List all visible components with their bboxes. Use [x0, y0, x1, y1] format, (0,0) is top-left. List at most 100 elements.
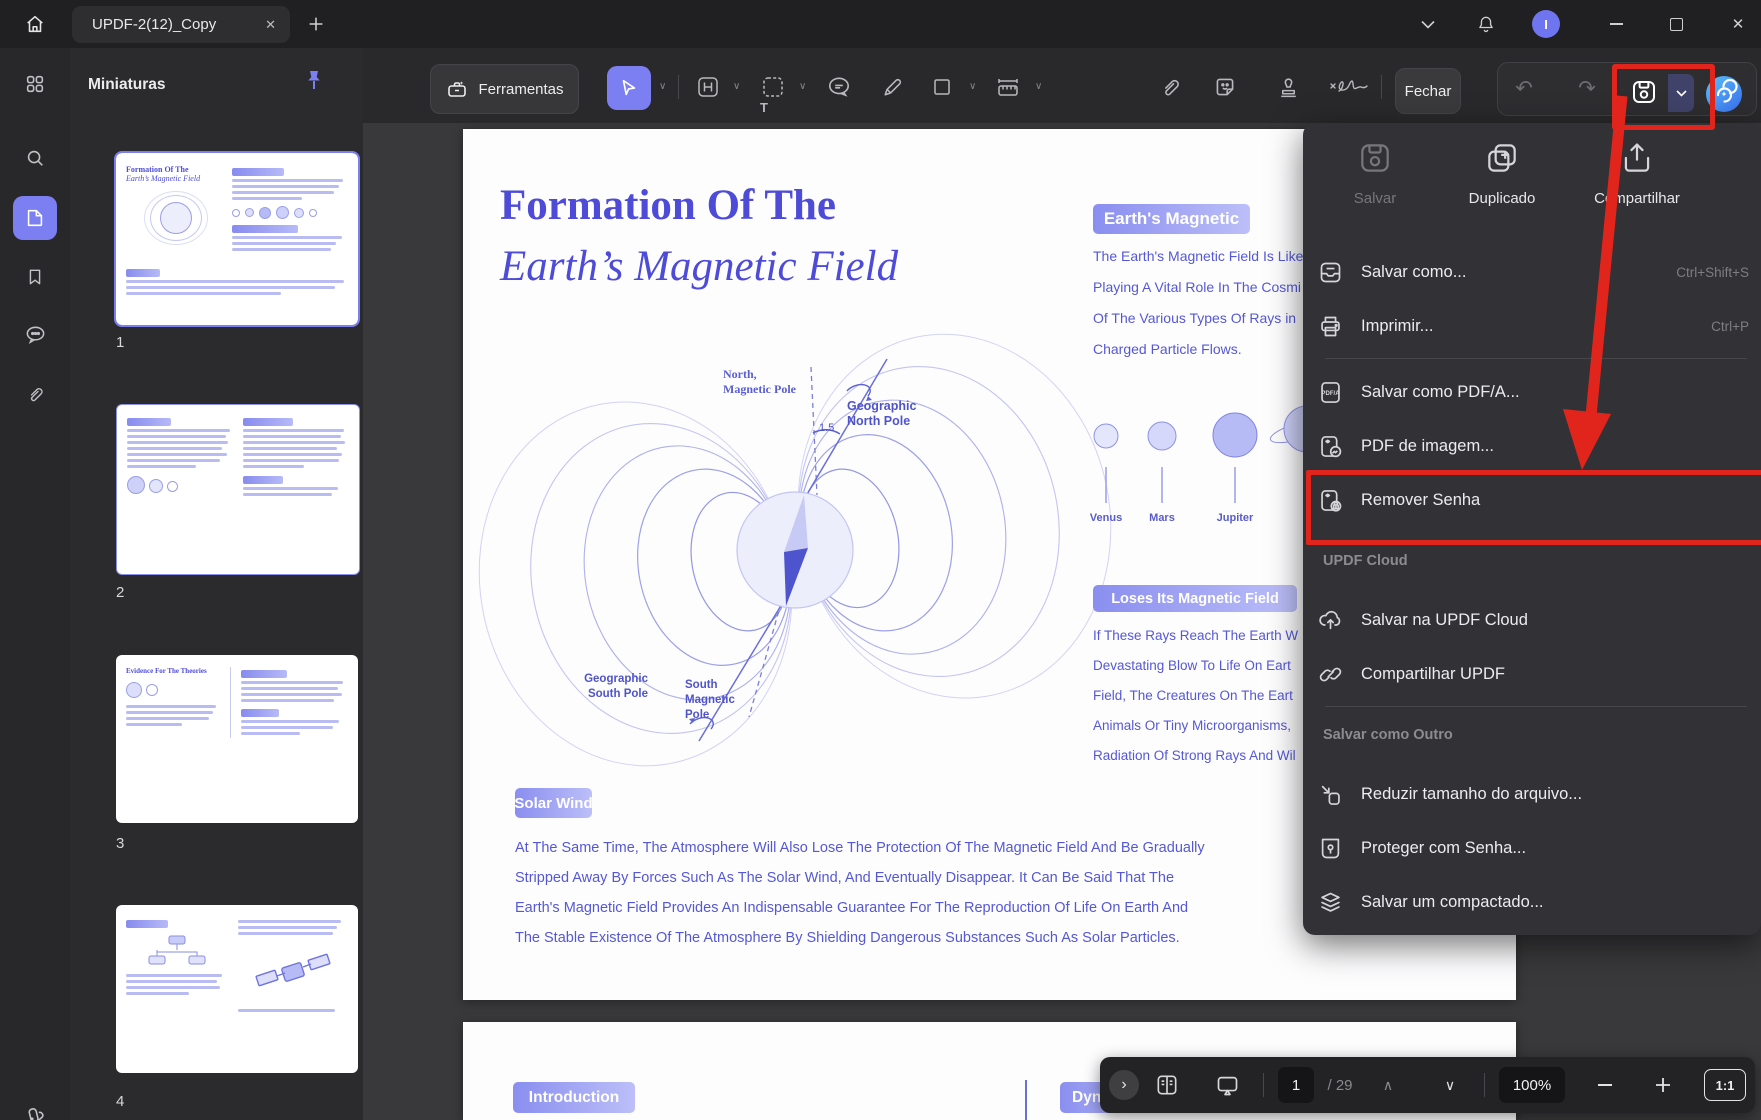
page-number: 1: [116, 334, 124, 351]
next-page-button[interactable]: ∨: [1434, 1057, 1466, 1113]
menu-item-save-compressed[interactable]: Salvar um compactado...: [1317, 880, 1749, 924]
zoom-level-input[interactable]: 100%: [1499, 1067, 1565, 1103]
measure-tool-chevron[interactable]: ∨: [1035, 82, 1042, 92]
planet-label-venus: Venus: [1076, 511, 1136, 526]
home-button[interactable]: [20, 10, 50, 38]
current-page: 1: [1292, 1077, 1300, 1094]
tab-close-icon[interactable]: ✕: [265, 17, 276, 33]
save-as-icon: [1317, 259, 1344, 286]
expand-bar-button[interactable]: ›: [1108, 1057, 1140, 1113]
chevron-down-icon: [1421, 20, 1435, 29]
panel-title: Miniaturas: [88, 76, 166, 94]
heading-tool-button[interactable]: [691, 70, 725, 104]
sidebar-item-comments[interactable]: [13, 312, 57, 356]
thumbnail-page-4[interactable]: [116, 905, 358, 1073]
square-icon: [930, 75, 954, 99]
thumbnail-page-3[interactable]: Evidence For The Theories: [116, 655, 358, 823]
menu-item-save-as[interactable]: Salvar como... Ctrl+Shift+S: [1317, 250, 1749, 294]
zoom-out-button[interactable]: [1587, 1057, 1623, 1113]
thumbnail-panel: Miniaturas Formation Of The Earth’s Magn…: [70, 48, 364, 1120]
maximize-button[interactable]: [1661, 10, 1691, 38]
quick-save-button[interactable]: Salvar: [1315, 139, 1435, 207]
menu-item-pdf-image[interactable]: PDF de imagem...: [1317, 424, 1749, 468]
text-tool-button[interactable]: T: [756, 70, 790, 104]
tools-button[interactable]: Ferramentas: [430, 64, 579, 114]
select-tool-chevron[interactable]: ∨: [659, 82, 666, 92]
updf-window: UPDF-2(12)_Copy ✕ I ✕ Miniaturas: [0, 0, 1761, 1120]
menu-item-share-updf[interactable]: Compartilhar UPDF: [1317, 652, 1749, 696]
menu-item-protect-password[interactable]: Proteger com Senha...: [1317, 826, 1749, 870]
thumb3-title: Evidence For The Theories: [126, 667, 220, 675]
thumb1-diagram: [144, 191, 206, 243]
menu-item-save-pdfa[interactable]: PDF/A Salvar como PDF/A...: [1317, 370, 1749, 414]
floppy-icon: [1356, 139, 1394, 177]
stamp-tool-button[interactable]: [1271, 70, 1305, 104]
titlebar: UPDF-2(12)_Copy ✕ I ✕: [0, 0, 1761, 48]
comment-bubble-icon: [826, 74, 852, 100]
titlebar-chevron-button[interactable]: [1413, 10, 1443, 38]
menu-item-label: Compartilhar UPDF: [1361, 665, 1505, 684]
close-mode-button[interactable]: Fechar: [1395, 68, 1461, 114]
body-line: Stripped Away By Forces Such As The Sola…: [515, 870, 1174, 886]
sidebar-item-thumbnails[interactable]: [13, 196, 57, 240]
actual-size-button[interactable]: 1:1: [1704, 1069, 1746, 1101]
heading-tool-chevron[interactable]: ∨: [733, 82, 740, 92]
reading-view-button[interactable]: [1148, 1057, 1186, 1113]
zoom-in-button[interactable]: [1645, 1057, 1681, 1113]
sidebar-item-bookmarks[interactable]: [13, 255, 57, 299]
shape-tool-button[interactable]: [925, 70, 959, 104]
page-number: 3: [116, 835, 124, 852]
sidebar-item-search[interactable]: [13, 136, 57, 180]
menu-item-reduce-size[interactable]: Reduzir tamanho do arquivo...: [1317, 772, 1749, 816]
measure-tool-button[interactable]: [991, 70, 1025, 104]
badge-earths-magnetic: Earth's Magnetic: [1093, 204, 1250, 234]
menu-separator: [1325, 358, 1747, 359]
new-tab-button[interactable]: [305, 13, 327, 35]
avatar[interactable]: I: [1532, 10, 1560, 38]
text-tool-chevron[interactable]: ∨: [799, 82, 806, 92]
select-tool-button[interactable]: [607, 66, 651, 110]
page-navigation-bar: › 1 / 29 ∧ ∨ 100% 1:1: [1100, 1057, 1755, 1113]
document-tab[interactable]: UPDF-2(12)_Copy ✕: [72, 6, 290, 43]
doc-title-line2: Earth’s Magnetic Field: [500, 242, 898, 291]
comment-tool-button[interactable]: [822, 70, 856, 104]
sidebar-item-attachments[interactable]: [13, 372, 57, 416]
close-button[interactable]: ✕: [1723, 10, 1753, 38]
menu-item-print[interactable]: Imprimir... Ctrl+P: [1317, 304, 1749, 348]
tools-label: Ferramentas: [478, 81, 563, 98]
attach-tool-button[interactable]: [1153, 70, 1187, 104]
quick-duplicate-button[interactable]: Duplicado: [1442, 139, 1562, 207]
label-south-magnetic: SouthMagneticPole: [685, 678, 735, 723]
thumbnail-page-2[interactable]: [116, 404, 360, 575]
body-line: The Stable Existence Of The Atmosphere B…: [515, 930, 1180, 946]
thumb1-label-row: 1: [116, 331, 358, 353]
shape-tool-chevron[interactable]: ∨: [969, 82, 976, 92]
pen-tool-button[interactable]: [875, 70, 909, 104]
signature-tool-button[interactable]: [1325, 70, 1373, 104]
thumbnail-page-1[interactable]: Formation Of The Earth’s Magnetic Field: [116, 153, 358, 325]
chevron-right-icon: ›: [1109, 1070, 1139, 1100]
page-number-input[interactable]: 1: [1278, 1067, 1314, 1103]
undo-button[interactable]: ↶: [1507, 71, 1541, 105]
printer-icon: [1317, 313, 1344, 340]
minus-icon: [1598, 1084, 1612, 1086]
paperclip-icon: [1158, 75, 1183, 100]
notifications-button[interactable]: [1471, 10, 1501, 38]
quick-save-label: Salvar: [1354, 190, 1397, 207]
minimize-button[interactable]: [1601, 10, 1631, 38]
sidebar-item-swatches[interactable]: [13, 1094, 57, 1120]
menu-item-label: Reduzir tamanho do arquivo...: [1361, 785, 1582, 804]
redo-button[interactable]: ↷: [1570, 71, 1604, 105]
menu-item-save-cloud[interactable]: Salvar na UPDF Cloud: [1317, 598, 1749, 642]
sticker-tool-button[interactable]: [1208, 70, 1242, 104]
thumb4-label-row: 4: [116, 1090, 358, 1112]
ratio-label: 1:1: [1716, 1078, 1735, 1093]
previous-page-button[interactable]: ∧: [1372, 1057, 1404, 1113]
thumb1-title-line1: Formation Of The: [126, 165, 224, 174]
sticker-icon: [1212, 74, 1238, 100]
quick-share-button[interactable]: Compartilhar: [1577, 139, 1697, 207]
badge-introduction: Introduction: [513, 1082, 635, 1113]
sidebar-item-apps[interactable]: [13, 62, 57, 106]
presentation-button[interactable]: [1208, 1057, 1246, 1113]
pin-button[interactable]: [302, 68, 326, 94]
